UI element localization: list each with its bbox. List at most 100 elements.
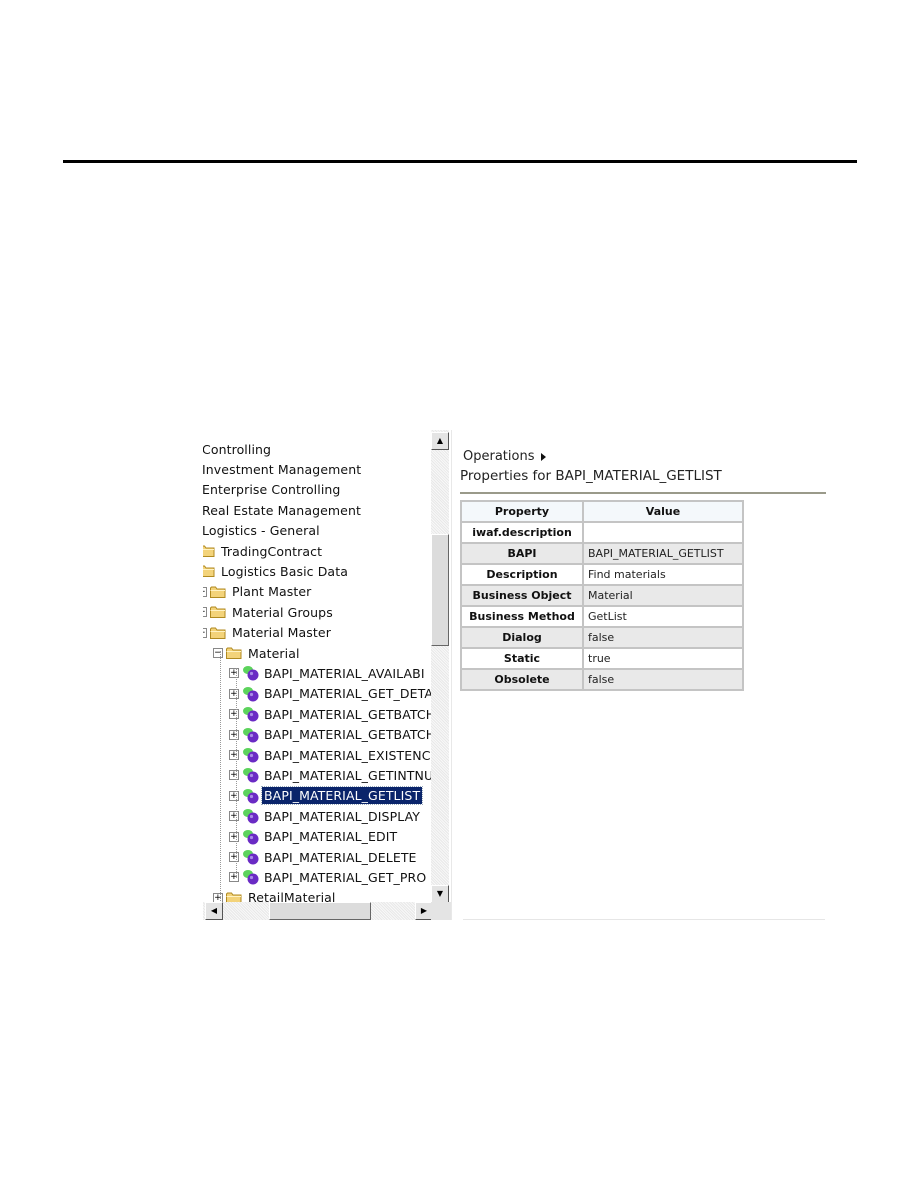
tree-item[interactable]: + BAPI_MATERIAL_AVAILABI: [229, 663, 427, 683]
tree-item-label: TradingContract: [221, 543, 323, 559]
expand-icon[interactable]: +: [229, 790, 239, 801]
tree-item[interactable]: + Material Groups: [203, 602, 335, 622]
tree-item[interactable]: + BAPI_MATERIAL_GETLIST: [229, 786, 424, 806]
expand-icon[interactable]: +: [229, 770, 239, 781]
scroll-down-button[interactable]: ▼: [431, 885, 449, 903]
tree-item-label: Material Master: [232, 625, 331, 641]
tree-connector-line: [236, 668, 237, 878]
property-value: [582, 521, 744, 544]
property-name: iwaf.description: [460, 521, 584, 544]
column-header-property: Property: [460, 500, 584, 523]
horizontal-scroll-thumb[interactable]: [269, 902, 371, 920]
scrollbar-corner: [431, 902, 451, 920]
expand-icon[interactable]: +: [203, 607, 207, 618]
tree-item[interactable]: + BAPI_MATERIAL_EDIT: [229, 827, 399, 847]
expand-icon[interactable]: +: [229, 729, 239, 740]
tree-item[interactable]: Logistics Basic Data: [203, 561, 350, 581]
tree-item[interactable]: + BAPI_MATERIAL_GET_DETA: [229, 684, 431, 704]
expand-icon[interactable]: +: [229, 872, 239, 883]
tree-item[interactable]: + BAPI_MATERIAL_EXISTENC: [229, 745, 431, 765]
tree-item-label: Investment Management: [203, 461, 362, 477]
expand-icon[interactable]: +: [229, 852, 239, 862]
tree-item[interactable]: − Material Master: [203, 623, 333, 643]
table-row: Dialog false: [460, 626, 744, 649]
tree-item[interactable]: TradingContract: [203, 541, 324, 561]
tree-item-label: Enterprise Controlling: [203, 482, 341, 498]
tree-item[interactable]: Controlling: [203, 439, 273, 459]
table-row: Business Object Material: [460, 584, 744, 607]
collapse-icon[interactable]: −: [203, 627, 207, 638]
tree-item[interactable]: + BAPI_MATERIAL_GET_PRO: [229, 867, 428, 887]
property-name: Static: [460, 647, 584, 670]
property-value: Find materials: [582, 563, 744, 586]
vertical-scroll-thumb[interactable]: [431, 534, 449, 646]
tree-item-label: Material: [248, 645, 300, 661]
folder-icon: [210, 627, 226, 639]
tree-vertical-scrollbar[interactable]: ▲ ▼: [431, 430, 449, 903]
bapi-method-icon: [242, 767, 260, 783]
tree-item[interactable]: + Plant Master: [203, 582, 313, 602]
tree-connector-line: [220, 651, 221, 901]
expand-icon[interactable]: +: [203, 586, 207, 597]
property-name: BAPI: [460, 542, 584, 565]
tree-horizontal-scrollbar[interactable]: ◀ ▶: [203, 902, 433, 920]
property-name: Business Object: [460, 584, 584, 607]
bapi-method-icon: [242, 829, 260, 845]
table-row: Description Find materials: [460, 563, 744, 586]
column-header-value: Value: [582, 500, 744, 523]
tree-item[interactable]: − Material: [213, 643, 302, 663]
tree-item[interactable]: + BAPI_MATERIAL_GETBATCH: [229, 725, 431, 745]
folder-icon: [226, 892, 242, 902]
bapi-method-icon: [242, 849, 260, 865]
service-tree-panel: Controlling Investment Management Enterpri…: [203, 430, 451, 920]
folder-icon: [210, 586, 226, 598]
property-value: true: [582, 647, 744, 670]
property-name: Obsolete: [460, 668, 584, 691]
tree-item[interactable]: Logistics - General: [203, 521, 322, 541]
bapi-method-icon: [242, 727, 260, 743]
tree-item[interactable]: + BAPI_MATERIAL_DELETE: [229, 847, 419, 867]
tree-item-label: Real Estate Management: [203, 502, 361, 518]
tree-item-label: BAPI_MATERIAL_DELETE: [264, 849, 417, 865]
service-tree: Controlling Investment Management Enterpri…: [203, 430, 431, 902]
breadcrumb-operations[interactable]: Operations: [463, 449, 534, 464]
breadcrumb[interactable]: Operations: [463, 449, 547, 464]
scroll-left-button[interactable]: ◀: [205, 902, 223, 920]
tree-item[interactable]: + BAPI_MATERIAL_GETINTNU: [229, 765, 431, 785]
table-row: Obsolete false: [460, 668, 744, 691]
property-value: BAPI_MATERIAL_GETLIST: [582, 542, 744, 565]
expand-icon[interactable]: +: [213, 892, 223, 902]
tree-item-label: BAPI_MATERIAL_GETLIST: [260, 786, 424, 806]
bapi-method-icon: [242, 665, 260, 681]
panel-bottom-border: [463, 919, 825, 920]
tree-item[interactable]: + RetailMaterial: [213, 888, 338, 902]
tree-item-label: BAPI_MATERIAL_GET_PRO: [264, 869, 427, 885]
collapse-icon[interactable]: −: [213, 648, 223, 658]
property-value: Material: [582, 584, 744, 607]
tree-item[interactable]: Enterprise Controlling: [203, 480, 342, 500]
expand-icon[interactable]: +: [229, 750, 239, 760]
expand-icon[interactable]: +: [229, 668, 239, 679]
title-divider: [460, 492, 826, 494]
tree-item-label: Material Groups: [232, 604, 333, 620]
expand-icon[interactable]: +: [229, 831, 239, 842]
tree-item[interactable]: Investment Management: [203, 459, 363, 479]
tree-item[interactable]: + BAPI_MATERIAL_DISPLAY: [229, 806, 422, 826]
scroll-up-button[interactable]: ▲: [431, 432, 449, 450]
folder-icon: [210, 606, 226, 619]
expand-icon[interactable]: +: [229, 709, 239, 720]
properties-panel: Operations Properties for BAPI_MATERIAL_…: [451, 430, 832, 920]
expand-icon[interactable]: +: [229, 688, 239, 699]
property-value: GetList: [582, 605, 744, 628]
tree-item-label: BAPI_MATERIAL_EDIT: [264, 829, 398, 845]
bapi-method-icon: [242, 706, 260, 722]
property-name: Description: [460, 563, 584, 586]
table-row: Static true: [460, 647, 744, 670]
tree-item-label: RetailMaterial: [248, 890, 336, 902]
property-name: Business Method: [460, 605, 584, 628]
expand-icon[interactable]: +: [229, 811, 239, 822]
bapi-method-icon: [242, 686, 260, 702]
tree-item[interactable]: Real Estate Management: [203, 500, 363, 520]
bapi-method-icon: [242, 869, 260, 885]
tree-item[interactable]: + BAPI_MATERIAL_GETBATCH: [229, 704, 431, 724]
